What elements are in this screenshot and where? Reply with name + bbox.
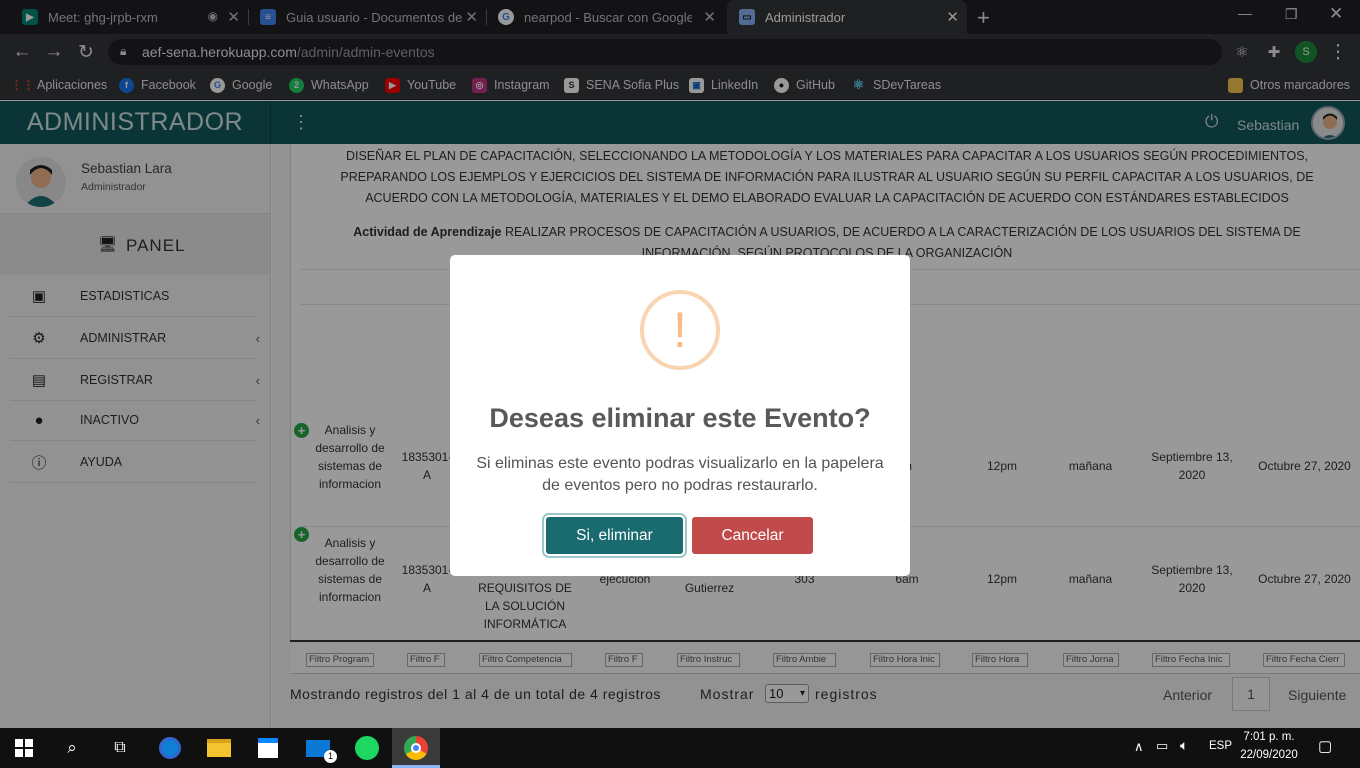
network-icon[interactable]: ▭ (1156, 738, 1168, 754)
chrome-taskbar-item[interactable] (392, 728, 440, 768)
tray-chevron-icon[interactable]: ∧ (1134, 739, 1144, 755)
dialog-title: Deseas eliminar este Evento? (489, 403, 871, 433)
edge-icon[interactable] (157, 735, 183, 761)
mail-badge: 1 (324, 750, 337, 763)
windows-start-icon[interactable] (11, 735, 37, 761)
clock-date[interactable]: 22/09/2020 (1238, 749, 1300, 761)
confirm-dialog: ! Deseas eliminar este Evento? Si elimin… (450, 255, 910, 576)
warning-icon: ! (640, 290, 720, 370)
clock-time[interactable]: 7:01 p. m. (1238, 731, 1300, 743)
store-icon[interactable] (255, 735, 281, 761)
dialog-text: Si eliminas este evento podras visualiza… (476, 455, 884, 494)
mail-icon[interactable]: 1 (305, 735, 337, 763)
file-explorer-icon[interactable] (206, 735, 232, 761)
notifications-icon[interactable]: ▢ (1318, 737, 1332, 755)
task-view-icon[interactable]: ⧉ (107, 735, 133, 761)
search-icon[interactable]: ⌕ (59, 735, 85, 761)
cancel-button[interactable]: Cancelar (692, 517, 813, 554)
taskbar: ⌕ ⧉ 1 ∧ ▭ 🔈︎ ESP 7:01 p. m. 22/09/2020 ▢ (0, 728, 1360, 768)
volume-icon[interactable]: 🔈︎ (1180, 737, 1188, 754)
spotify-icon[interactable] (354, 735, 380, 761)
confirm-delete-button[interactable]: Si, eliminar (546, 517, 683, 554)
language-indicator[interactable]: ESP (1209, 740, 1232, 752)
